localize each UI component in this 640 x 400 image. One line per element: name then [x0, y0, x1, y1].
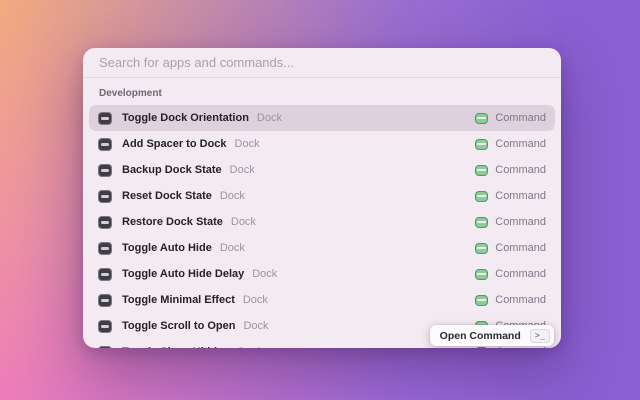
dock-app-icon: [98, 268, 112, 281]
command-extension-icon: [475, 295, 488, 306]
search-input[interactable]: [83, 48, 561, 77]
row-subtitle: Dock: [230, 164, 255, 176]
row-title: Reset Dock State: [122, 190, 212, 202]
command-extension-icon: [475, 139, 488, 150]
command-extension-icon: [475, 347, 488, 349]
dock-app-icon: [98, 190, 112, 203]
row-title: Backup Dock State: [122, 164, 222, 176]
tooltip-label: Open Command: [440, 330, 521, 342]
row-title: Toggle Scroll to Open: [122, 320, 235, 332]
row-subtitle: Dock: [243, 294, 268, 306]
row-subtitle: Dock: [243, 320, 268, 332]
row-subtitle: Dock: [220, 190, 245, 202]
row-title: Toggle Dock Orientation: [122, 112, 249, 124]
command-extension-icon: [475, 113, 488, 124]
command-extension-icon: [475, 191, 488, 202]
row-title: Restore Dock State: [122, 216, 223, 228]
dock-app-icon: [98, 112, 112, 125]
command-type-label: Command: [495, 112, 546, 124]
dock-app-icon: [98, 242, 112, 255]
row-title: Toggle Auto Hide Delay: [122, 268, 244, 280]
dock-app-icon: [98, 346, 112, 349]
command-type-label: Command: [495, 138, 546, 150]
section-header: Development: [99, 87, 545, 100]
row-subtitle: Dock: [257, 112, 282, 124]
command-extension-icon: [475, 217, 488, 228]
command-list: Toggle Dock Orientation Dock Command Add…: [83, 105, 561, 348]
command-row[interactable]: Toggle Auto Hide Delay Dock Command: [89, 261, 555, 287]
enter-key-hint-icon: >_: [530, 329, 550, 343]
row-title: Add Spacer to Dock: [122, 138, 227, 150]
row-subtitle: Dock: [235, 138, 260, 150]
row-title: Toggle Auto Hide: [122, 242, 212, 254]
row-subtitle: Dock: [238, 346, 263, 348]
command-palette-window: Development Toggle Dock Orientation Dock…: [83, 48, 561, 348]
row-subtitle: Dock: [252, 268, 277, 280]
command-type-label: Command: [495, 346, 546, 348]
command-type-label: Command: [495, 268, 546, 280]
command-row[interactable]: Reset Dock State Dock Command: [89, 183, 555, 209]
command-extension-icon: [475, 269, 488, 280]
dock-app-icon: [98, 138, 112, 151]
command-extension-icon: [475, 165, 488, 176]
command-type-label: Command: [495, 164, 546, 176]
dock-app-icon: [98, 164, 112, 177]
command-type-label: Command: [495, 216, 546, 228]
dock-app-icon: [98, 320, 112, 333]
command-type-label: Command: [495, 294, 546, 306]
row-subtitle: Dock: [231, 216, 256, 228]
search-bar: [83, 48, 561, 78]
dock-app-icon: [98, 216, 112, 229]
command-row[interactable]: Backup Dock State Dock Command: [89, 157, 555, 183]
dock-app-icon: [98, 294, 112, 307]
open-command-tooltip[interactable]: Open Command >_: [430, 325, 554, 346]
command-row[interactable]: Toggle Auto Hide Dock Command: [89, 235, 555, 261]
command-type-label: Command: [495, 190, 546, 202]
command-type-label: Command: [495, 242, 546, 254]
command-row[interactable]: Add Spacer to Dock Dock Command: [89, 131, 555, 157]
row-title: Toggle Show Hidden: [122, 346, 230, 348]
command-row[interactable]: Toggle Dock Orientation Dock Command: [89, 105, 555, 131]
command-row[interactable]: Restore Dock State Dock Command: [89, 209, 555, 235]
command-extension-icon: [475, 243, 488, 254]
desktop-gradient-background: { "search": { "placeholder": "Search for…: [0, 0, 640, 400]
command-row[interactable]: Toggle Minimal Effect Dock Command: [89, 287, 555, 313]
row-subtitle: Dock: [220, 242, 245, 254]
row-title: Toggle Minimal Effect: [122, 294, 235, 306]
